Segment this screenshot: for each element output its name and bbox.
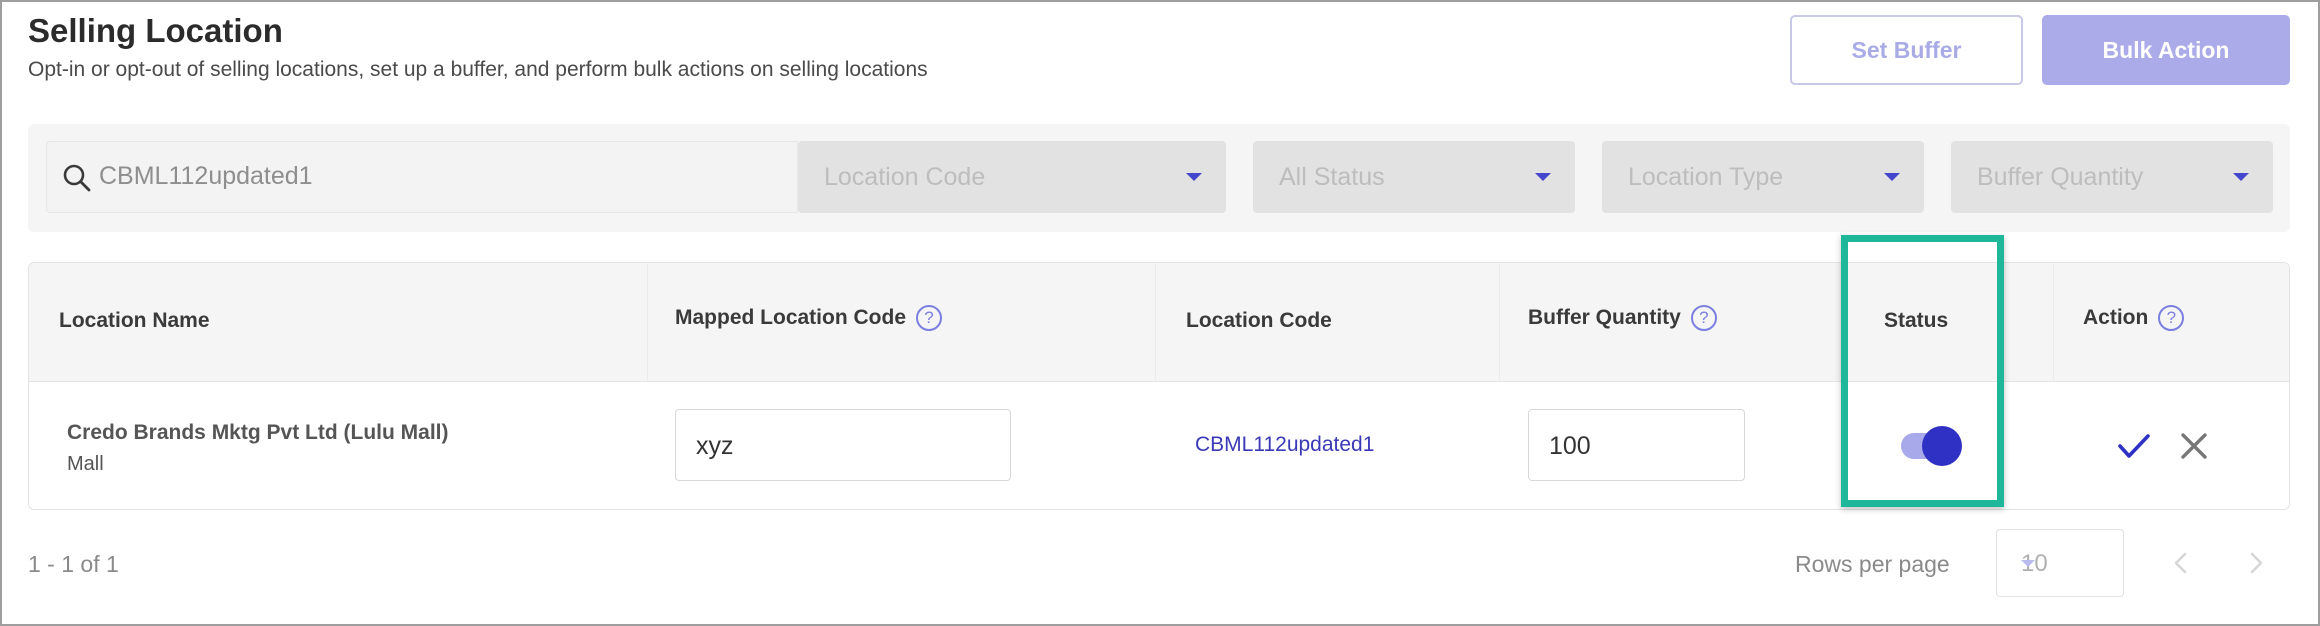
location-type-filter[interactable]: Location Type [1602, 141, 1924, 213]
help-icon[interactable]: ? [1690, 305, 1717, 331]
rows-per-page-label: Rows per page [1795, 551, 1950, 577]
column-divider [1499, 263, 1500, 382]
chevron-down-icon [2233, 173, 2249, 181]
search-input[interactable]: CBML112updated1 [46, 141, 798, 213]
column-header-mapped-location-code: Mapped Location Code ? [675, 305, 942, 331]
help-icon[interactable]: ? [916, 305, 942, 331]
chevron-down-icon [1884, 173, 1900, 181]
buffer-quantity-input[interactable]: 100 [1528, 409, 1745, 481]
column-header-location-code: Location Code [1186, 309, 1332, 333]
status-column-highlight [1841, 235, 2004, 507]
status-filter-label: All Status [1279, 163, 1385, 191]
column-divider [1155, 263, 1156, 382]
column-header-label: Mapped Location Code [675, 306, 906, 329]
chevron-down-icon [2021, 560, 2035, 567]
column-header-location-name: Location Name [59, 309, 210, 333]
check-icon[interactable] [2117, 431, 2151, 461]
column-header-action: Action ? [2083, 305, 2185, 331]
chevron-right-icon[interactable] [2245, 550, 2267, 576]
pagination-count: 1 - 1 of 1 [28, 551, 119, 577]
search-icon [63, 164, 91, 192]
column-header-label: Buffer Quantity [1528, 306, 1681, 329]
page-title: Selling Location [28, 12, 283, 49]
column-divider [2053, 263, 2054, 382]
column-header-buffer-quantity: Buffer Quantity ? [1528, 305, 1717, 331]
location-name: Credo Brands Mktg Pvt Ltd (Lulu Mall) [67, 421, 449, 444]
search-value: CBML112updated1 [99, 162, 313, 190]
location-type: Mall [67, 453, 104, 475]
location-type-filter-label: Location Type [1628, 163, 1784, 191]
location-code-filter[interactable]: Location Code [798, 141, 1226, 213]
rows-per-page-select[interactable]: 10 [1996, 529, 2124, 597]
page-subtitle: Opt-in or opt-out of selling locations, … [28, 58, 928, 81]
mapped-location-code-input[interactable]: xyz [675, 409, 1011, 481]
column-header-label: Action [2083, 306, 2149, 329]
chevron-left-icon[interactable] [2170, 550, 2192, 576]
column-header-label: Location Code [1186, 309, 1332, 332]
column-header-label: Location Name [59, 309, 210, 332]
column-divider [647, 263, 648, 382]
set-buffer-button[interactable]: Set Buffer [1790, 15, 2023, 85]
buffer-quantity-filter-label: Buffer Quantity [1977, 163, 2144, 191]
chevron-down-icon [1535, 173, 1551, 181]
status-filter[interactable]: All Status [1253, 141, 1575, 213]
location-code-link[interactable]: CBML112updated1 [1195, 433, 1374, 457]
bulk-action-button[interactable]: Bulk Action [2042, 15, 2290, 85]
chevron-down-icon [1186, 173, 1202, 181]
buffer-quantity-value: 100 [1549, 432, 1591, 460]
help-icon[interactable]: ? [2158, 305, 2185, 331]
close-icon[interactable] [2179, 431, 2209, 461]
buffer-quantity-filter[interactable]: Buffer Quantity [1951, 141, 2273, 213]
location-code-filter-label: Location Code [824, 163, 986, 191]
mapped-location-code-value: xyz [696, 432, 734, 460]
